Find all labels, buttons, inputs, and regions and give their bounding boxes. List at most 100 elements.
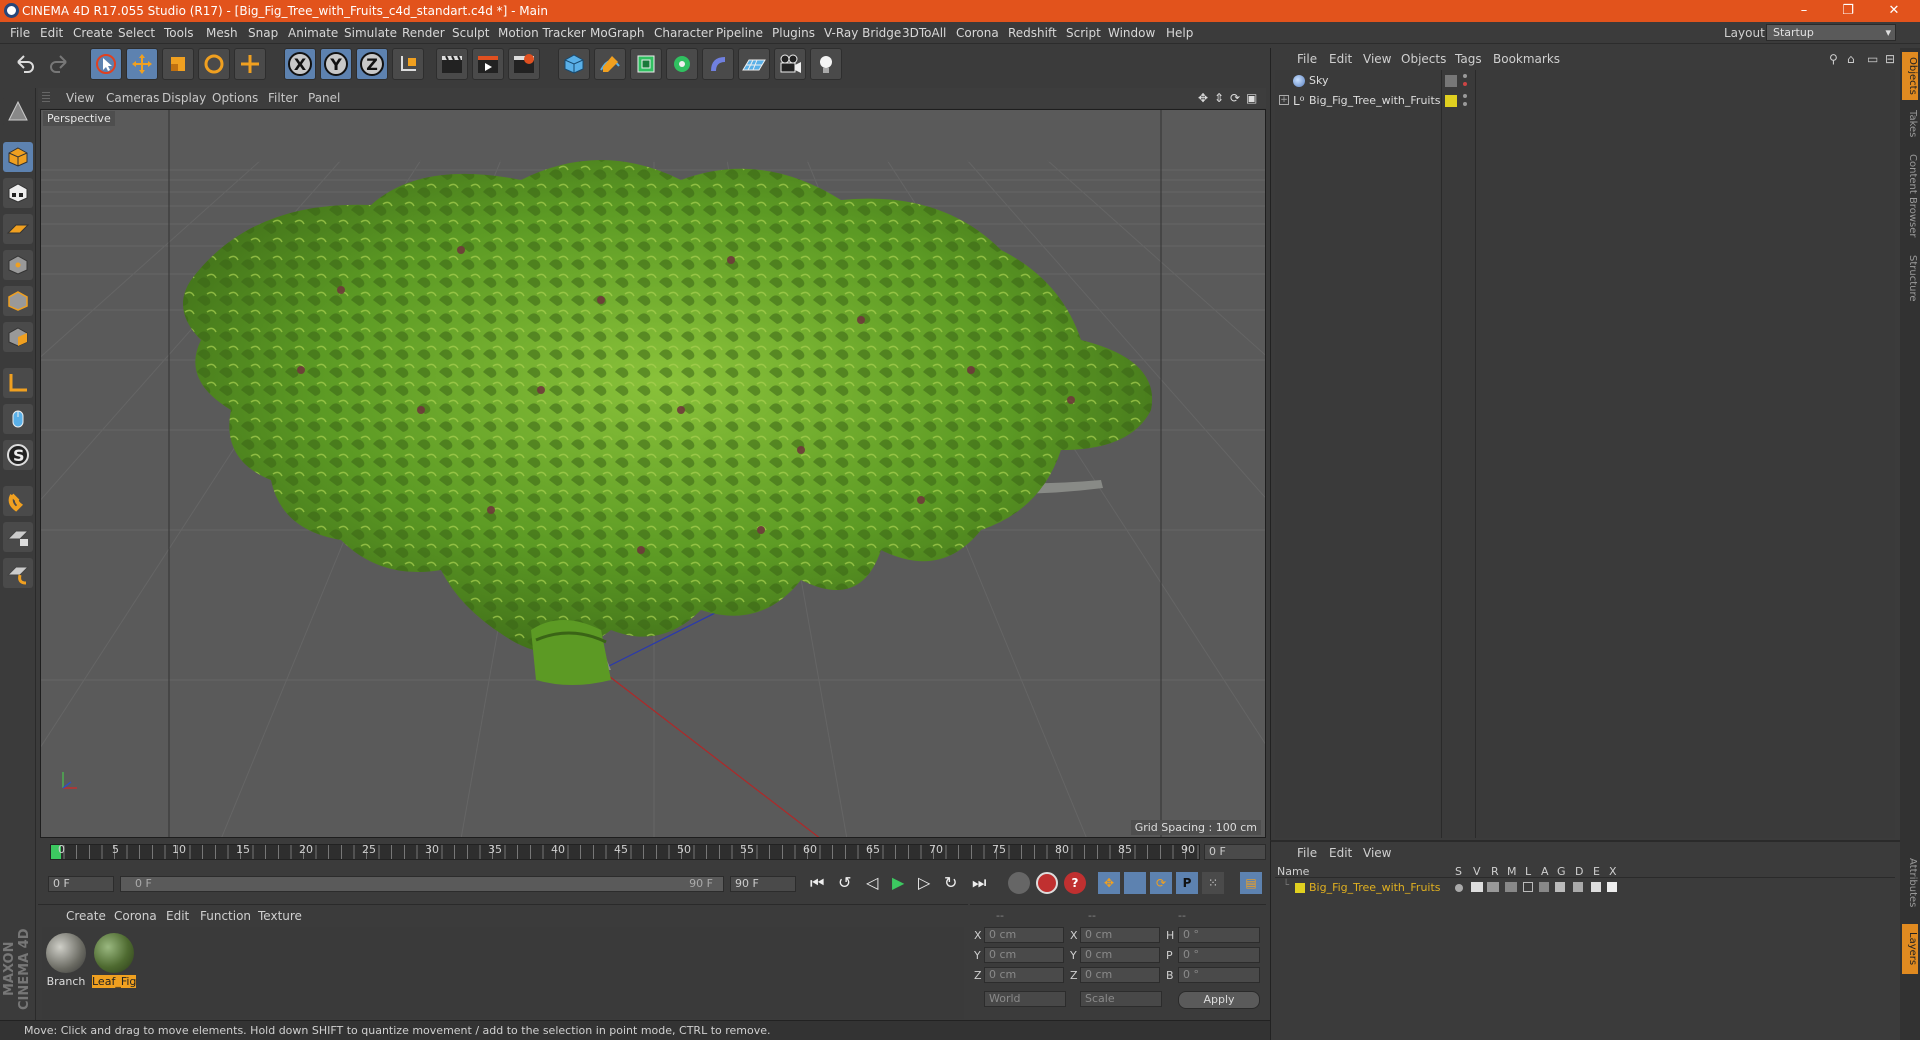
tab-attributes[interactable]: Attributes: [1902, 848, 1918, 918]
model-mode-button[interactable]: [3, 142, 33, 172]
viewport-menu-cameras[interactable]: Cameras: [106, 91, 159, 105]
viewport-menu-options[interactable]: Options: [212, 91, 258, 105]
position-z-field[interactable]: 0 cm: [984, 967, 1064, 983]
tab-layers[interactable]: Layers: [1902, 924, 1918, 974]
menu-sculpt[interactable]: Sculpt: [452, 26, 489, 40]
layer-generator-icon[interactable]: [1555, 882, 1565, 892]
size-x-field[interactable]: 0 cm: [1080, 927, 1160, 943]
position-y-field[interactable]: 0 cm: [984, 947, 1064, 963]
record-keys-icon[interactable]: [1008, 872, 1030, 894]
render-view-button[interactable]: [436, 48, 468, 80]
object-menu-objects[interactable]: Objects: [1401, 52, 1446, 66]
menu-snap[interactable]: Snap: [248, 26, 278, 40]
render-picture-viewer-button[interactable]: [472, 48, 504, 80]
z-axis-lock[interactable]: Z: [356, 48, 388, 80]
make-editable-button[interactable]: [3, 96, 33, 126]
recent-tool[interactable]: [234, 48, 266, 80]
tab-content-browser[interactable]: Content Browser: [1902, 148, 1918, 244]
texture-mode-button[interactable]: [3, 178, 33, 208]
autokey-icon[interactable]: [1036, 872, 1058, 894]
menu-3dtoall[interactable]: 3DToAll: [902, 26, 946, 40]
live-selection-tool[interactable]: [90, 48, 122, 80]
material-menu-create[interactable]: Create: [66, 909, 106, 923]
layer-row[interactable]: └ Big_Fig_Tree_with_Fruits: [1275, 880, 1895, 896]
material-swatch-leaf-fig[interactable]: Leaf_Fig: [92, 933, 136, 993]
x-axis-lock[interactable]: X: [284, 48, 316, 80]
layer-color-tag[interactable]: [1445, 95, 1457, 107]
search-icon[interactable]: ⚲: [1829, 52, 1838, 66]
keyframe-selection-icon[interactable]: ?: [1064, 872, 1086, 894]
tweak-mode-button[interactable]: [3, 404, 33, 434]
menu-edit[interactable]: Edit: [40, 26, 63, 40]
visibility-toggle-icon[interactable]: [1445, 75, 1457, 87]
key-parameter-icon[interactable]: P: [1176, 872, 1198, 894]
add-spline-button[interactable]: [594, 48, 626, 80]
material-menu-edit[interactable]: Edit: [166, 909, 189, 923]
edges-mode-button[interactable]: [3, 286, 33, 316]
tab-structure[interactable]: Structure: [1902, 248, 1918, 308]
rotation-h-field[interactable]: 0 °: [1178, 927, 1260, 943]
move-tool[interactable]: [126, 48, 158, 80]
timeline-window-icon[interactable]: ▤: [1240, 872, 1262, 894]
size-mode-select[interactable]: Scale: [1080, 991, 1162, 1007]
menu-animate[interactable]: Animate: [288, 26, 338, 40]
grid-lock-button[interactable]: [3, 522, 33, 552]
object-row-sky[interactable]: Sky: [1275, 72, 1895, 90]
menu-vray-bridge[interactable]: V-Ray Bridge: [824, 26, 901, 40]
expand-icon[interactable]: +: [1279, 95, 1289, 105]
menu-mesh[interactable]: Mesh: [206, 26, 238, 40]
add-cube-button[interactable]: [558, 48, 590, 80]
snap-button[interactable]: S: [3, 440, 33, 470]
layer-menu-file[interactable]: File: [1297, 846, 1317, 860]
add-floor-button[interactable]: [738, 48, 770, 80]
goto-start-icon[interactable]: ⏮: [810, 873, 824, 893]
layout-select[interactable]: Startup ▾: [1766, 24, 1896, 41]
key-position-icon[interactable]: ✥: [1098, 872, 1120, 894]
add-light-button[interactable]: [810, 48, 842, 80]
layer-deformer-icon[interactable]: [1573, 882, 1583, 892]
workplane-mode-button[interactable]: [3, 214, 33, 244]
add-deformer-button[interactable]: [702, 48, 734, 80]
minimize-button[interactable]: –: [1784, 1, 1824, 21]
goto-next-key-icon[interactable]: ↻: [944, 873, 957, 892]
goto-next-frame-icon[interactable]: ▷: [918, 873, 930, 892]
layer-xref-icon[interactable]: [1607, 882, 1617, 892]
layer-render-icon[interactable]: [1487, 882, 1499, 892]
menu-script[interactable]: Script: [1066, 26, 1101, 40]
key-scale-icon[interactable]: [1124, 872, 1146, 894]
redo-button[interactable]: [44, 48, 76, 80]
viewport-menu-view[interactable]: View: [66, 91, 94, 105]
menu-character[interactable]: Character: [654, 26, 713, 40]
material-swatch-branch[interactable]: Branch: [44, 933, 88, 993]
goto-end-icon[interactable]: ⏭: [972, 873, 986, 893]
magnet-tool-button[interactable]: [3, 486, 33, 516]
key-rotation-icon[interactable]: ⟳: [1150, 872, 1172, 894]
undo-button[interactable]: [8, 48, 40, 80]
viewport-scene[interactable]: [41, 110, 1266, 838]
panel-menu-icon[interactable]: ⊟: [1885, 52, 1895, 66]
menu-create[interactable]: Create: [73, 26, 113, 40]
object-menu-file[interactable]: File: [1297, 52, 1317, 66]
layer-menu-view[interactable]: View: [1363, 846, 1391, 860]
menu-file[interactable]: File: [10, 26, 30, 40]
menu-tools[interactable]: Tools: [164, 26, 194, 40]
goto-prev-key-icon[interactable]: ↺: [838, 873, 851, 892]
menu-simulate[interactable]: Simulate: [344, 26, 397, 40]
layer-view-eye-icon[interactable]: [1471, 882, 1483, 892]
render-visibility-dot[interactable]: [1463, 82, 1467, 86]
viewport-menu-panel[interactable]: Panel: [308, 91, 340, 105]
menu-mograph[interactable]: MoGraph: [590, 26, 645, 40]
end-frame-field[interactable]: 90 F: [730, 876, 796, 892]
size-z-field[interactable]: 0 cm: [1080, 967, 1160, 983]
polygons-mode-button[interactable]: [3, 322, 33, 352]
menu-pipeline[interactable]: Pipeline: [716, 26, 763, 40]
viewport-pan-icon[interactable]: ✥: [1198, 91, 1208, 105]
layer-animation-icon[interactable]: [1539, 882, 1549, 892]
render-visibility-dot[interactable]: [1463, 102, 1467, 106]
axis-mode-button[interactable]: [3, 368, 33, 398]
scale-tool[interactable]: [162, 48, 194, 80]
key-pla-icon[interactable]: ⁙: [1202, 872, 1224, 894]
layer-lock-icon[interactable]: [1523, 882, 1533, 892]
tab-takes[interactable]: Takes: [1902, 104, 1918, 144]
render-settings-button[interactable]: [508, 48, 540, 80]
